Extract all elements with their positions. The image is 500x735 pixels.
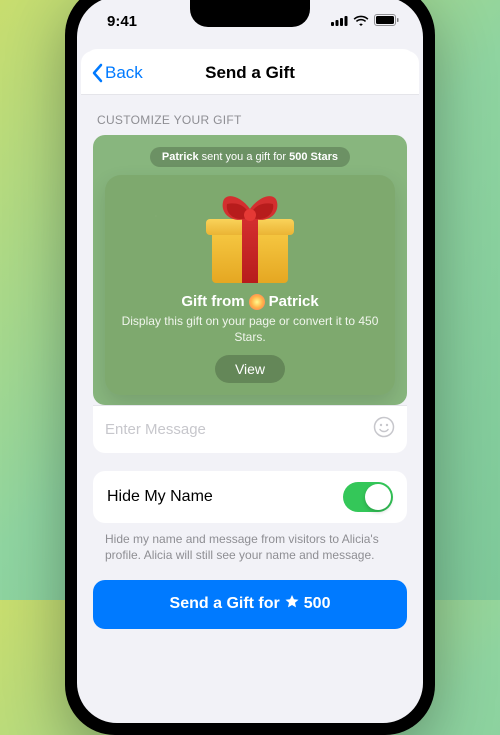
gift-title-name: Patrick [269, 293, 319, 310]
status-icons [331, 13, 399, 30]
status-time: 9:41 [107, 13, 137, 30]
chevron-left-icon [91, 63, 103, 83]
banner-sender: Patrick [162, 151, 199, 163]
message-input[interactable] [105, 421, 373, 438]
gift-title: Gift from Patrick [121, 293, 379, 310]
cta-prefix: Send a Gift for [170, 595, 280, 613]
phone-frame: 9:41 Back Send a Gift Custom [65, 0, 435, 735]
gift-preview: Patrick sent you a gift for 500 Stars Gi… [93, 135, 407, 405]
nav-bar: Back Send a Gift [81, 51, 419, 95]
screen: 9:41 Back Send a Gift Custom [77, 0, 423, 723]
content: Customize Your Gift Patrick sent you a g… [81, 95, 419, 641]
sender-avatar-icon [249, 294, 265, 310]
hide-name-toggle[interactable] [343, 482, 393, 512]
back-label: Back [105, 63, 143, 83]
message-row [93, 405, 407, 453]
wifi-icon [353, 13, 369, 30]
gift-bubble: Gift from Patrick Display this gift on y… [105, 175, 395, 395]
page-title: Send a Gift [205, 63, 295, 83]
send-gift-button[interactable]: Send a Gift for 500 [93, 580, 407, 629]
back-button[interactable]: Back [91, 63, 143, 83]
gift-description: Display this gift on your page or conver… [121, 314, 379, 345]
hide-name-row: Hide My Name [93, 471, 407, 523]
star-icon [284, 594, 300, 615]
cellular-icon [331, 13, 348, 30]
notice-banner: Patrick sent you a gift for 500 Stars [150, 147, 350, 167]
gift-title-prefix: Gift from [181, 293, 244, 310]
gift-box-icon [200, 193, 300, 283]
emoji-icon [373, 416, 395, 438]
notch [190, 0, 310, 27]
banner-cost: 500 Stars [289, 151, 338, 163]
emoji-button[interactable] [373, 416, 395, 443]
banner-mid: sent you a gift for [199, 151, 290, 163]
hide-name-label: Hide My Name [107, 488, 213, 506]
view-button[interactable]: View [215, 355, 285, 383]
cta-amount: 500 [304, 595, 331, 613]
battery-icon [374, 13, 399, 30]
hide-name-hint: Hide my name and message from visitors t… [81, 523, 419, 563]
section-header: Customize Your Gift [81, 95, 419, 135]
